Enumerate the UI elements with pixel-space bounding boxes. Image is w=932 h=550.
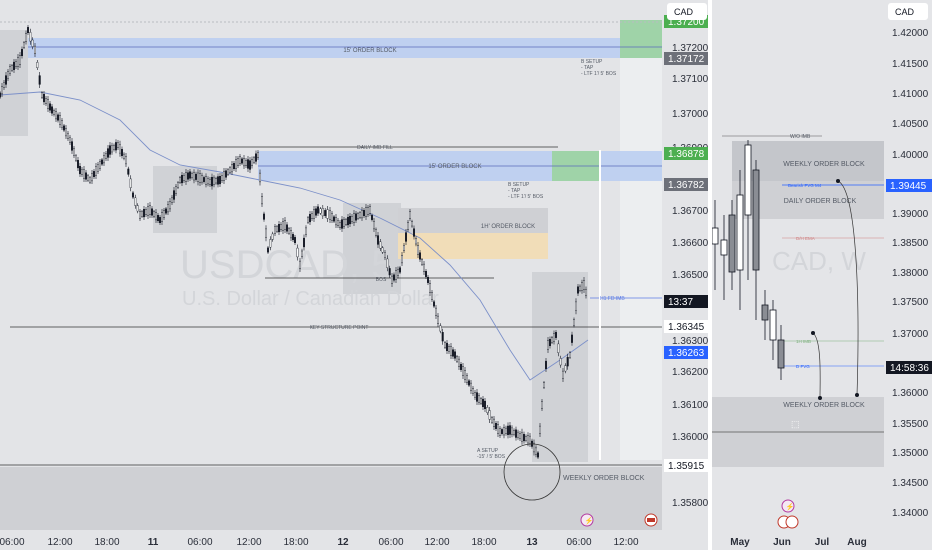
lock-icon: ⬚ [791, 419, 800, 429]
label-wo-imb: W/O IMB [790, 134, 811, 140]
svg-text:-15' / 5' BOS: -15' / 5' BOS [477, 454, 506, 460]
green-target-zone-top [620, 20, 662, 58]
time-tick-right: Jul [815, 537, 830, 548]
time-tick-right: Jun [773, 537, 791, 548]
currency-button-right-label: CAD [895, 7, 915, 17]
price-tag-text: 1.36782 [668, 180, 705, 191]
time-axis-right[interactable]: May Jun Jul Aug [730, 537, 866, 548]
currency-button-label: CAD [674, 7, 694, 17]
price-tag-text: 1.37172 [668, 54, 705, 65]
price-chart-5m[interactable]: USDCAD, 5 U.S. Dollar / Canadian Dollar … [0, 0, 708, 550]
secondary-chart-pane[interactable]: CAD, W W/O IMB WEEKLY ORDER BLOCK DAILY … [712, 0, 932, 550]
price-tick: 1.36600 [672, 238, 708, 249]
projection-path-1 [812, 332, 821, 399]
svg-text:- LTF 1'/ 5' BOS: - LTF 1'/ 5' BOS [508, 194, 544, 200]
watermark-desc: U.S. Dollar / Canadian Dollar [182, 288, 439, 310]
price-tick-right: 1.38500 [892, 238, 929, 249]
price-tag-text: 1.35915 [668, 461, 705, 472]
label-d-fvg: D FVG [796, 364, 810, 369]
label-h1-imb: H1 FD IMB [600, 296, 625, 302]
price-tick-right: 1.41000 [892, 89, 929, 100]
price-tick: 1.37100 [672, 74, 708, 85]
price-tick-right: 1.36000 [892, 388, 929, 399]
time-tick-right: Aug [847, 537, 866, 548]
time-tick: 12 [337, 537, 349, 548]
label-b-setup-top: B SETUP - TAP - LTF 1'/ 5' BOS [581, 59, 617, 77]
price-tick-right: 1.41500 [892, 59, 929, 70]
zone-right-projection [620, 20, 662, 460]
time-tick-right: May [730, 537, 750, 548]
label-bearish-fvg: Bearish FVG M4 [788, 183, 822, 188]
price-tick: 1.35800 [672, 498, 708, 509]
label-dh-ema: D/H EMA [796, 236, 815, 241]
price-tick-right: 1.40000 [892, 150, 929, 161]
time-tick: 06:00 [378, 537, 403, 548]
price-tick: 1.36200 [672, 367, 708, 378]
watermark-symbol: USDCAD, 5 [180, 243, 393, 287]
price-tick: 1.36700 [672, 206, 708, 217]
label-key-structure: KEY STRUCTURE POINT [310, 325, 369, 331]
price-tick-right: 1.35000 [892, 448, 929, 459]
price-tag-text: 1.36263 [668, 348, 705, 359]
label-15m-ob-mid: 15' ORDER BLOCK [428, 164, 481, 170]
us-flag-icon-right-2[interactable] [785, 515, 799, 529]
label-a-setup: A SETUP -15' / 5' BOS [477, 448, 506, 460]
svg-text:⚡: ⚡ [585, 516, 594, 525]
price-tick: 1.36500 [672, 270, 708, 281]
label-weekly-ob-bottom: WEEKLY ORDER BLOCK [783, 402, 865, 409]
time-tick: 06:00 [566, 537, 591, 548]
price-tick-right: 1.34000 [892, 508, 929, 519]
price-tick: 1.37000 [672, 109, 708, 120]
price-tag-text: 1.36345 [668, 322, 705, 333]
price-tag-right-text: 14:58:36 [890, 363, 929, 374]
label-daily-ob: DAILY ORDER BLOCK [784, 198, 857, 205]
price-tag-text: 1.36878 [668, 149, 705, 160]
time-tick: 18:00 [471, 537, 496, 548]
label-15m-ob-top: 15' ORDER BLOCK [343, 48, 396, 54]
price-axis[interactable]: 1.372001.371001.370001.369001.367001.366… [662, 0, 708, 530]
time-tick: 06:00 [0, 537, 25, 548]
price-tick: 1.36100 [672, 400, 708, 411]
label-daily-imb: DAILY IMB FILL [357, 145, 393, 151]
price-tag-right-text: 1.39445 [890, 181, 927, 192]
price-tick-right: 1.38000 [892, 268, 929, 279]
time-tick: 12:00 [236, 537, 261, 548]
label-bos: BOS [376, 277, 387, 283]
svg-text:⚡: ⚡ [786, 502, 795, 511]
time-tick: 11 [148, 537, 159, 548]
price-chart-weekly[interactable]: CAD, W W/O IMB WEEKLY ORDER BLOCK DAILY … [712, 0, 932, 550]
time-tick: 06:00 [187, 537, 212, 548]
price-tick-right: 1.35500 [892, 419, 929, 430]
price-tick: 1.36000 [672, 432, 708, 443]
label-1h-ob: 1H' ORDER BLOCK [481, 224, 535, 230]
time-axis[interactable]: 06:00 12:00 18:00 11 06:00 12:00 18:00 12 06:00 1… [0, 530, 708, 550]
time-tick: 12:00 [424, 537, 449, 548]
label-b-setup-mid: B SETUP - TAP - LTF 1'/ 5' BOS [508, 182, 544, 200]
watermark-symbol-right: CAD, W [772, 246, 866, 276]
price-tick-right: 1.42000 [892, 28, 929, 39]
time-tick: 12:00 [613, 537, 638, 548]
price-tick-right: 1.40500 [892, 119, 929, 130]
time-tick: 18:00 [94, 537, 119, 548]
svg-text:- LTF 1'/ 5' BOS: - LTF 1'/ 5' BOS [581, 71, 617, 77]
price-tick: 1.36300 [672, 336, 708, 347]
main-chart-pane[interactable]: USDCAD, 5 U.S. Dollar / Canadian Dollar … [0, 0, 708, 550]
label-1h-imb: 1H IMB [796, 339, 811, 344]
price-tick-right: 1.37500 [892, 297, 929, 308]
price-tag-text: 13:37 [668, 297, 693, 308]
time-tick: 13 [526, 537, 538, 548]
time-tick: 18:00 [283, 537, 308, 548]
price-tick-right: 1.37000 [892, 329, 929, 340]
label-weekly-ob-top: WEEKLY ORDER BLOCK [783, 161, 865, 168]
price-axis-right[interactable]: 1.42000 1.41500 1.41000 1.40500 1.40000 1.390… [884, 0, 932, 530]
label-weekly-ob: WEEKLY ORDER BLOCK [563, 475, 645, 482]
price-tick-right: 1.34500 [892, 478, 929, 489]
time-tick: 12:00 [47, 537, 72, 548]
price-tick-right: 1.39000 [892, 209, 929, 220]
